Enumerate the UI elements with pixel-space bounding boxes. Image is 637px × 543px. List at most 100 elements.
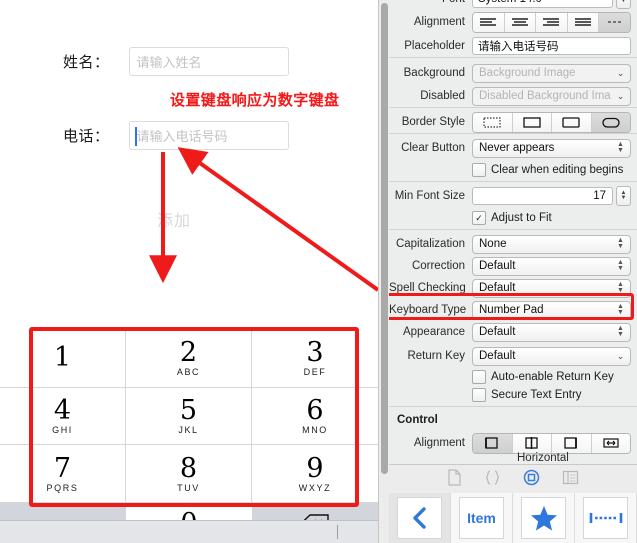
- border-bezel-icon[interactable]: [552, 112, 592, 132]
- spell-checking-popup[interactable]: Default ▲ ▼: [472, 278, 631, 298]
- file-template-icon[interactable]: [447, 468, 462, 491]
- clear-button-popup[interactable]: Never appears ▲ ▼: [472, 138, 631, 158]
- annotation-label: 设置键盘响应为数字键盘: [170, 92, 340, 109]
- clear-when-editing-row: Clear when editing begins: [389, 159, 637, 181]
- control-alignment-row: Alignment: [389, 432, 637, 454]
- font-value[interactable]: System 14.0: [472, 0, 613, 8]
- chevron-down-icon: ⌄: [616, 351, 625, 361]
- font-stepper[interactable]: ▲▼: [616, 0, 631, 9]
- control-alignment-segmented-control[interactable]: [472, 432, 631, 454]
- clear-when-editing-checkbox[interactable]: Clear when editing begins: [472, 163, 631, 177]
- name-input[interactable]: 请输入姓名: [128, 47, 289, 76]
- key-digit: 5: [179, 394, 198, 426]
- secure-text-entry-checkbox[interactable]: Secure Text Entry: [472, 388, 631, 402]
- keyboard-type-value: Number Pad: [479, 304, 544, 316]
- item-label-text: Item: [467, 510, 496, 526]
- key-6[interactable]: 6 MNO: [252, 387, 378, 446]
- checkbox-box[interactable]: [472, 163, 486, 177]
- correction-popup[interactable]: Default ▲ ▼: [472, 256, 631, 276]
- numeric-keyboard[interactable]: 1 2 ABC 3 DEF 4 GHI 5 JKL 6 MNO 7 PQRS 8…: [0, 330, 378, 543]
- capitalization-value: None: [479, 238, 507, 250]
- checkbox-box[interactable]: [472, 370, 486, 384]
- spell-checking-row: Spell Checking Default ▲ ▼: [389, 277, 637, 299]
- key-9[interactable]: 9 WXYZ: [252, 445, 378, 503]
- checkbox-box[interactable]: [472, 388, 486, 402]
- adjust-to-fit-checkbox[interactable]: ✓ Adjust to Fit: [472, 211, 631, 225]
- control-align-fill-icon[interactable]: [591, 433, 630, 453]
- align-justify-icon[interactable]: [567, 12, 600, 32]
- align-center-icon[interactable]: [504, 12, 537, 32]
- return-key-popup[interactable]: Default ⌄: [472, 346, 631, 366]
- background-combo[interactable]: Background Image ⌄: [472, 63, 631, 83]
- auto-enable-return-checkbox[interactable]: Auto-enable Return Key: [472, 370, 631, 384]
- correction-label: Correction: [411, 260, 465, 272]
- keyboard-type-popup[interactable]: Number Pad ▲ ▼: [472, 300, 631, 320]
- phone-field-label: 电话：: [63, 128, 110, 145]
- min-font-size-stepper[interactable]: ▲ ▼: [616, 186, 631, 206]
- placeholder-input[interactable]: 请输入电话号码: [472, 37, 631, 55]
- star-tile[interactable]: [513, 493, 575, 543]
- min-font-size-input[interactable]: 17: [472, 187, 613, 205]
- key-letters: PQRS: [46, 482, 79, 493]
- divider: [389, 107, 637, 108]
- key-8[interactable]: 8 TUV: [126, 445, 252, 503]
- adjust-to-fit-label: Adjust to Fit: [491, 212, 552, 224]
- text-caret: [134, 127, 137, 146]
- disabled-row: Disabled Disabled Background Ima ⌄: [389, 85, 637, 107]
- code-snippet-icon[interactable]: [484, 469, 501, 491]
- key-3[interactable]: 3 DEF: [252, 330, 378, 388]
- alignment-segmented-control[interactable]: [472, 11, 631, 33]
- key-digit: 7: [53, 452, 72, 484]
- border-style-label: Border Style: [401, 116, 465, 128]
- key-digit: 2: [179, 337, 198, 369]
- scrollbar-thumb[interactable]: [381, 3, 388, 474]
- name-input-placeholder: 请输入姓名: [136, 55, 202, 70]
- keyboard-type-row: Keyboard Type Number Pad ▲ ▼: [389, 299, 637, 321]
- back-chevron-tile[interactable]: [389, 493, 451, 543]
- key-1[interactable]: 1: [0, 330, 126, 388]
- align-natural-icon[interactable]: [599, 12, 630, 32]
- background-value: Background Image: [479, 67, 576, 79]
- auto-enable-return-label: Auto-enable Return Key: [491, 371, 614, 383]
- key-digit: 6: [306, 394, 324, 426]
- key-letters: ABC: [176, 367, 201, 378]
- add-button[interactable]: 添加: [157, 207, 191, 231]
- dashed-line-tile[interactable]: [575, 493, 637, 543]
- dashed-line-icon: [589, 513, 622, 523]
- phone-field-row: 电话： 请输入电话号码: [63, 121, 289, 150]
- capitalization-row: Capitalization None ▲ ▼: [389, 233, 637, 255]
- phone-input[interactable]: 请输入电话号码: [128, 121, 289, 150]
- key-letters: WXYZ: [298, 482, 332, 493]
- media-library-icon[interactable]: [562, 470, 579, 490]
- align-left-icon[interactable]: [473, 12, 505, 32]
- appearance-popup[interactable]: Default ▲ ▼: [472, 322, 631, 342]
- checkbox-box-checked[interactable]: ✓: [472, 211, 486, 225]
- align-right-icon[interactable]: [536, 12, 568, 32]
- key-2[interactable]: 2 ABC: [126, 330, 252, 388]
- border-line-icon[interactable]: [512, 112, 552, 132]
- key-digit: 3: [306, 337, 324, 369]
- key-letters: JKL: [178, 424, 199, 435]
- control-align-left-icon[interactable]: [473, 433, 513, 453]
- capitalization-label: Capitalization: [395, 238, 465, 250]
- disabled-combo[interactable]: Disabled Background Ima ⌄: [472, 86, 631, 106]
- attributes-inspector: Font System 14.0 ▲▼ Alignment: [389, 0, 637, 464]
- font-label: Font: [389, 0, 472, 5]
- key-5[interactable]: 5 JKL: [126, 387, 252, 446]
- chevron-updown-icon: ▲ ▼: [617, 303, 624, 316]
- border-style-segmented-control[interactable]: [472, 111, 631, 133]
- background-label: Background: [403, 67, 465, 79]
- divider: [389, 229, 637, 230]
- control-align-right-icon[interactable]: [552, 433, 592, 453]
- object-library-icon[interactable]: [523, 469, 540, 491]
- divider: [389, 57, 637, 58]
- font-row: Font System 14.0 ▲▼: [389, 0, 637, 10]
- key-7[interactable]: 7 PQRS: [0, 445, 126, 503]
- border-rounded-icon[interactable]: [591, 112, 630, 132]
- name-field-label: 姓名：: [63, 54, 110, 71]
- key-4[interactable]: 4 GHI: [0, 387, 126, 446]
- capitalization-popup[interactable]: None ▲ ▼: [472, 234, 631, 254]
- control-align-center-icon[interactable]: [512, 433, 552, 453]
- item-label-tile[interactable]: Item: [451, 493, 513, 543]
- border-none-icon[interactable]: [473, 112, 513, 132]
